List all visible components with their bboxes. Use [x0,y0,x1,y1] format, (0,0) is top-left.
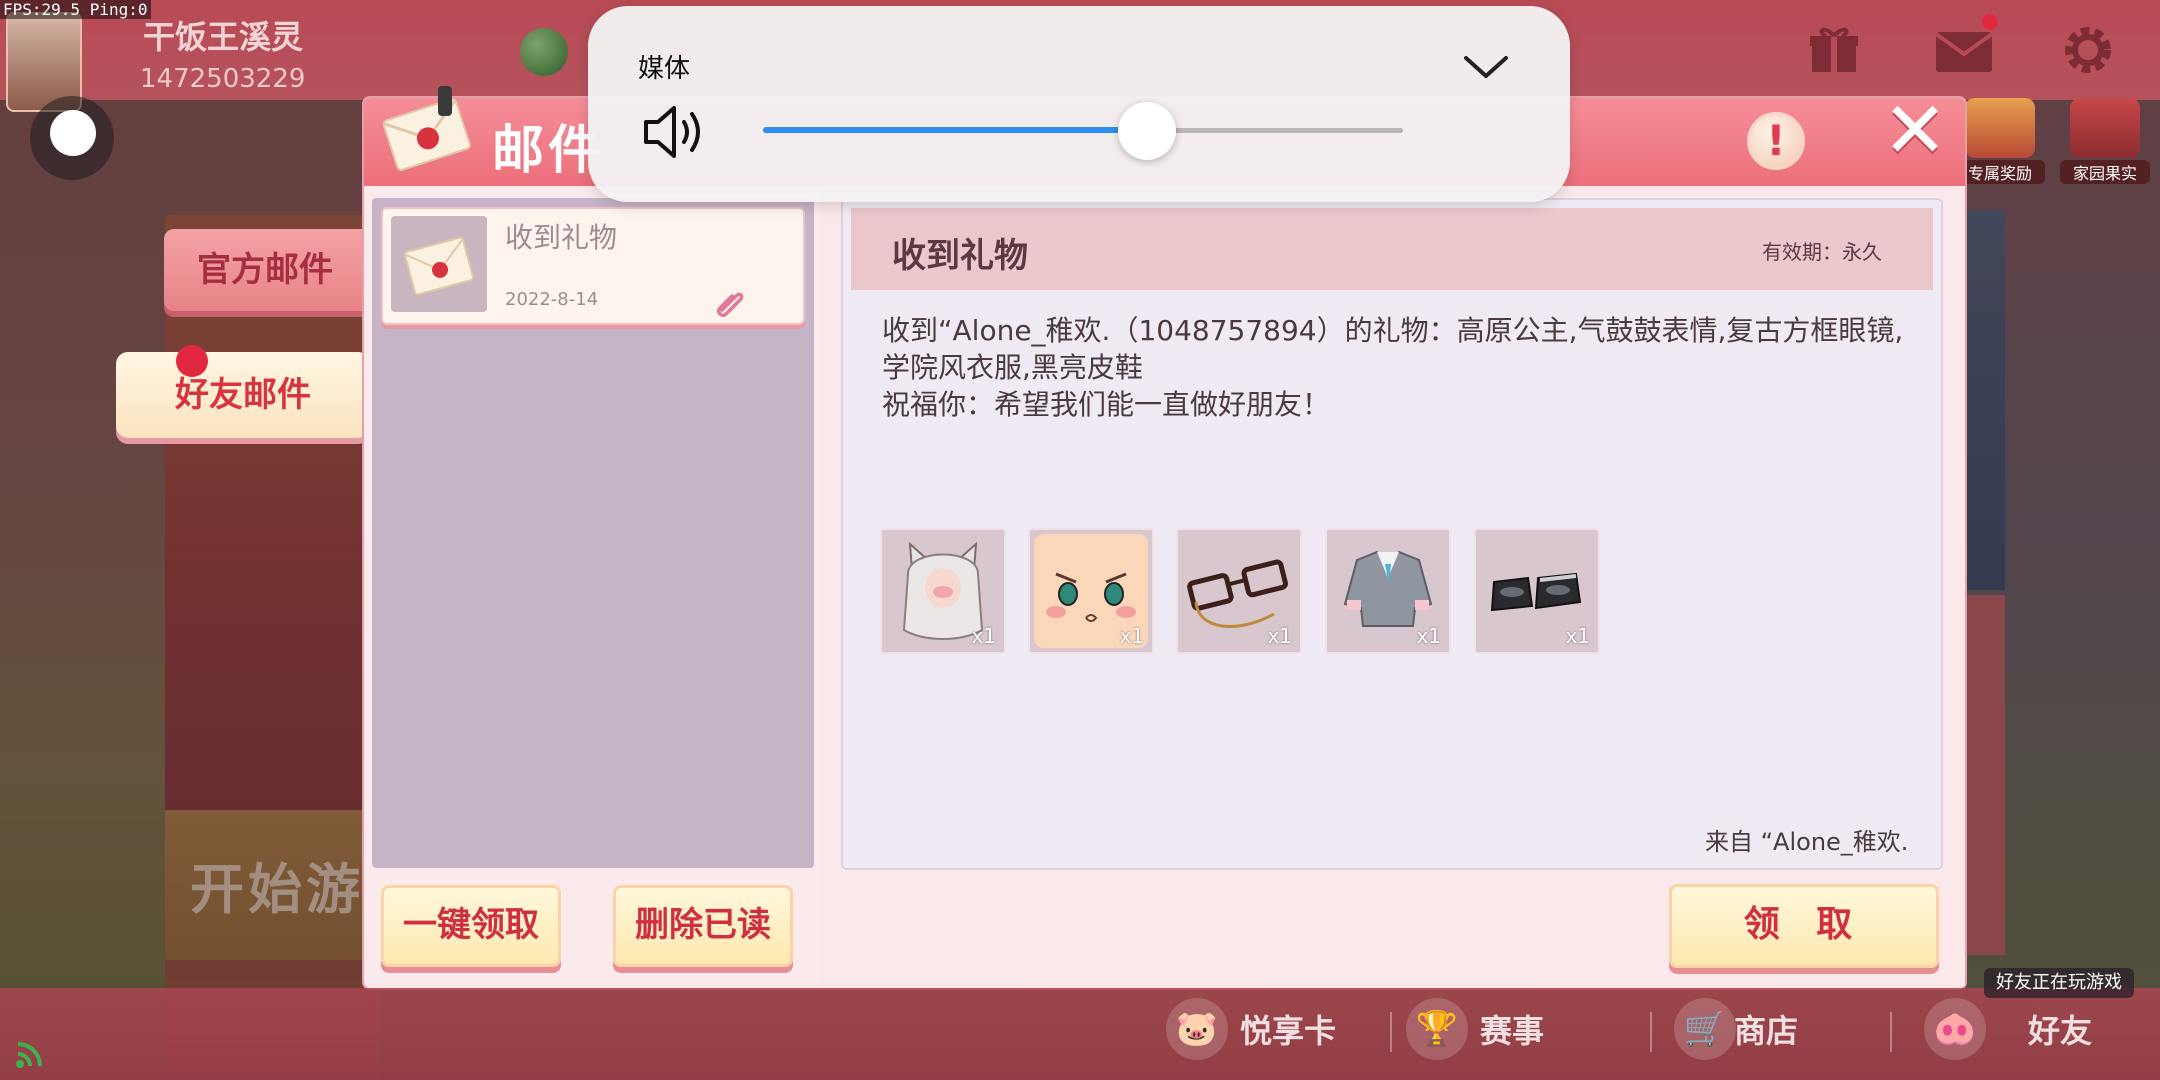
speaker-icon[interactable] [640,100,714,164]
volume-panel [588,6,1570,202]
item-count: x1 [1119,624,1144,648]
gift-item-shoes[interactable]: x1 [1474,528,1600,654]
fps-counter: FPS:29.5 Ping:0 [0,0,151,19]
mail-message: 收到“Alone_稚欢.（1048757894）的礼物：高原公主,气鼓鼓表情,复… [882,314,1904,421]
nav-divider [1650,1012,1652,1052]
nav-divider [1890,1012,1892,1052]
nav-item-friends[interactable]: 好友 [2028,1006,2092,1052]
reward-label: 家园果实 [2060,160,2150,184]
nav-item-vip-card[interactable]: 悦享卡 [1240,1006,1336,1052]
friends-playing-label[interactable]: 好友正在玩游戏 [1984,968,2134,998]
gift-icon[interactable] [1806,22,1862,78]
help-button[interactable]: ! [1747,112,1805,170]
fruit-basket-icon [2070,98,2140,158]
bottom-hud [0,988,2160,1080]
validity-text: 有效期：永久 [1762,240,1882,264]
player-id: 1472503229 [140,64,306,94]
gear-icon[interactable] [2060,22,2116,78]
mail-list-item-date: 2022-8-14 [505,289,599,310]
trophy-icon: 🏆 [1406,998,1468,1060]
friend-pig-icon: 🐽 [1924,998,1986,1060]
signal-icon [14,1040,44,1078]
chevron-down-icon[interactable] [1460,46,1512,86]
claim-all-button[interactable]: 一键领取 [381,885,561,967]
volume-label: 媒体 [638,54,691,84]
gift-item-expression[interactable]: x1 [1028,528,1154,654]
tab-official-mail[interactable]: 官方邮件 [164,229,366,311]
item-count: x1 [971,624,996,648]
gift-item-glasses[interactable]: x1 [1176,528,1302,654]
exclusive-reward-button[interactable]: 专属奖励 [1955,98,2045,188]
envelope-seal-icon [380,82,476,174]
volume-slider-fill [763,127,1147,133]
cart-icon: 🛒 [1674,998,1736,1060]
attachment-clip-icon [712,284,748,329]
gem-icon[interactable] [520,28,568,76]
item-count: x1 [1565,624,1590,648]
close-button[interactable]: ✕ [1880,92,1950,170]
item-count: x1 [1267,624,1292,648]
claim-button[interactable]: 领 取 [1669,884,1939,968]
pig-icon: 🐷 [1166,998,1228,1060]
volume-slider-thumb[interactable] [1118,102,1176,160]
gift-item-hair[interactable]: x1 [880,528,1006,654]
delete-read-button[interactable]: 删除已读 [613,885,793,967]
mail-icon[interactable] [1934,22,1994,78]
home-fruit-button[interactable]: 家园果实 [2060,98,2150,188]
item-count: x1 [1416,624,1441,648]
reward-label: 专属奖励 [1955,160,2045,184]
nav-divider [1390,1012,1392,1052]
player-name: 干饭王溪灵 [143,18,304,56]
mail-notification-dot [1982,14,1998,30]
reward-box-icon [1965,98,2035,158]
mail-detail-title: 收到礼物 [892,236,1028,276]
nav-item-shop[interactable]: 商店 [1734,1006,1798,1052]
joystick-handle[interactable] [50,110,96,156]
mail-list-item-title: 收到礼物 [505,221,618,254]
tab-friend-mail[interactable]: 好友邮件 [116,352,370,438]
friend-mail-notification-dot [176,345,208,377]
mail-thumbnail [391,216,487,312]
gift-item-clothes[interactable]: x1 [1325,528,1451,654]
nav-item-events[interactable]: 赛事 [1480,1006,1544,1052]
sender-text: 来自 “Alone_稚欢. [1705,828,1909,856]
